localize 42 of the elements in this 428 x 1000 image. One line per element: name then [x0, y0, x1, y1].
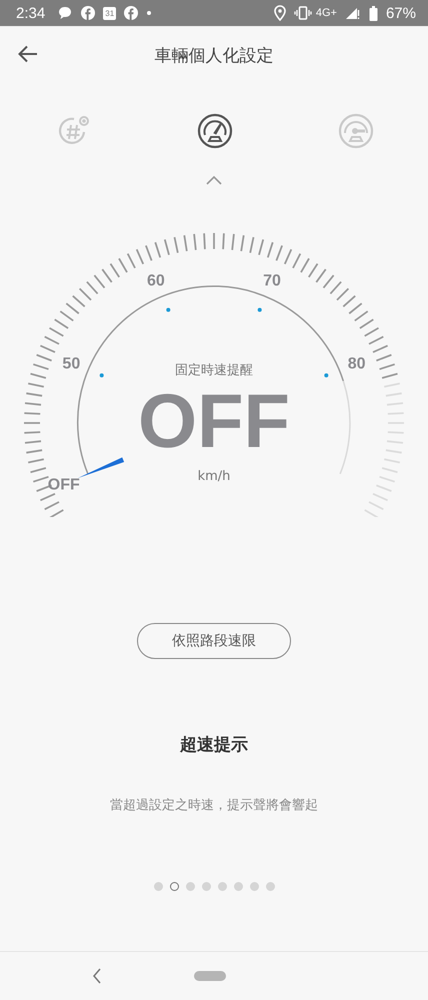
marker-dot — [258, 308, 262, 312]
page-dot[interactable] — [266, 882, 274, 891]
scale-label: 70 — [263, 272, 281, 290]
vibrate-icon — [294, 6, 312, 20]
marker-dot — [324, 373, 328, 378]
page-dot[interactable] — [218, 882, 226, 891]
page-dot[interactable] — [202, 882, 210, 891]
social-app-icon — [81, 6, 96, 20]
marker-dot — [100, 373, 104, 378]
road-limit-button[interactable]: 依照路段速限 — [137, 623, 291, 659]
speed-value: OFF — [138, 379, 290, 464]
description: 當超過設定之時速，提示聲將會響起 — [109, 797, 319, 814]
calendar-icon: 31 — [103, 6, 116, 20]
page-dot[interactable] — [250, 882, 258, 891]
up-chevron-icon[interactable] — [206, 175, 222, 185]
gauge-tab[interactable] — [338, 113, 374, 149]
battery-icon — [368, 6, 378, 20]
more-notifications-icon — [146, 10, 152, 16]
battery-level: 67% — [386, 4, 416, 22]
scale-label: 60 — [147, 272, 165, 290]
scale-label: 80 — [348, 355, 366, 372]
page-dot[interactable] — [234, 882, 242, 891]
network-type: 4G+ — [316, 7, 337, 19]
page-title: 車輛個人化設定 — [154, 44, 274, 66]
nav-back-icon[interactable] — [92, 968, 102, 984]
speedometer-tab[interactable] — [197, 113, 233, 149]
signal-icon — [344, 6, 361, 20]
home-button[interactable] — [194, 971, 226, 981]
speed-unit: km/h — [198, 469, 230, 484]
scale-label: 50 — [62, 355, 80, 372]
needle[interactable] — [78, 457, 124, 478]
chat-bubble-icon — [57, 5, 74, 21]
page-dot[interactable] — [186, 882, 194, 891]
section-title: 超速提示 — [178, 734, 249, 756]
social-app-icon — [124, 6, 138, 20]
scale-label: OFF — [48, 476, 80, 494]
gauge-caption: 固定時速提醒 — [175, 363, 253, 378]
marker-dot — [166, 308, 170, 312]
location-icon — [274, 5, 286, 21]
clock: 2:34 — [16, 4, 46, 22]
page-dot[interactable] — [154, 882, 162, 891]
page-dot[interactable] — [170, 882, 178, 891]
